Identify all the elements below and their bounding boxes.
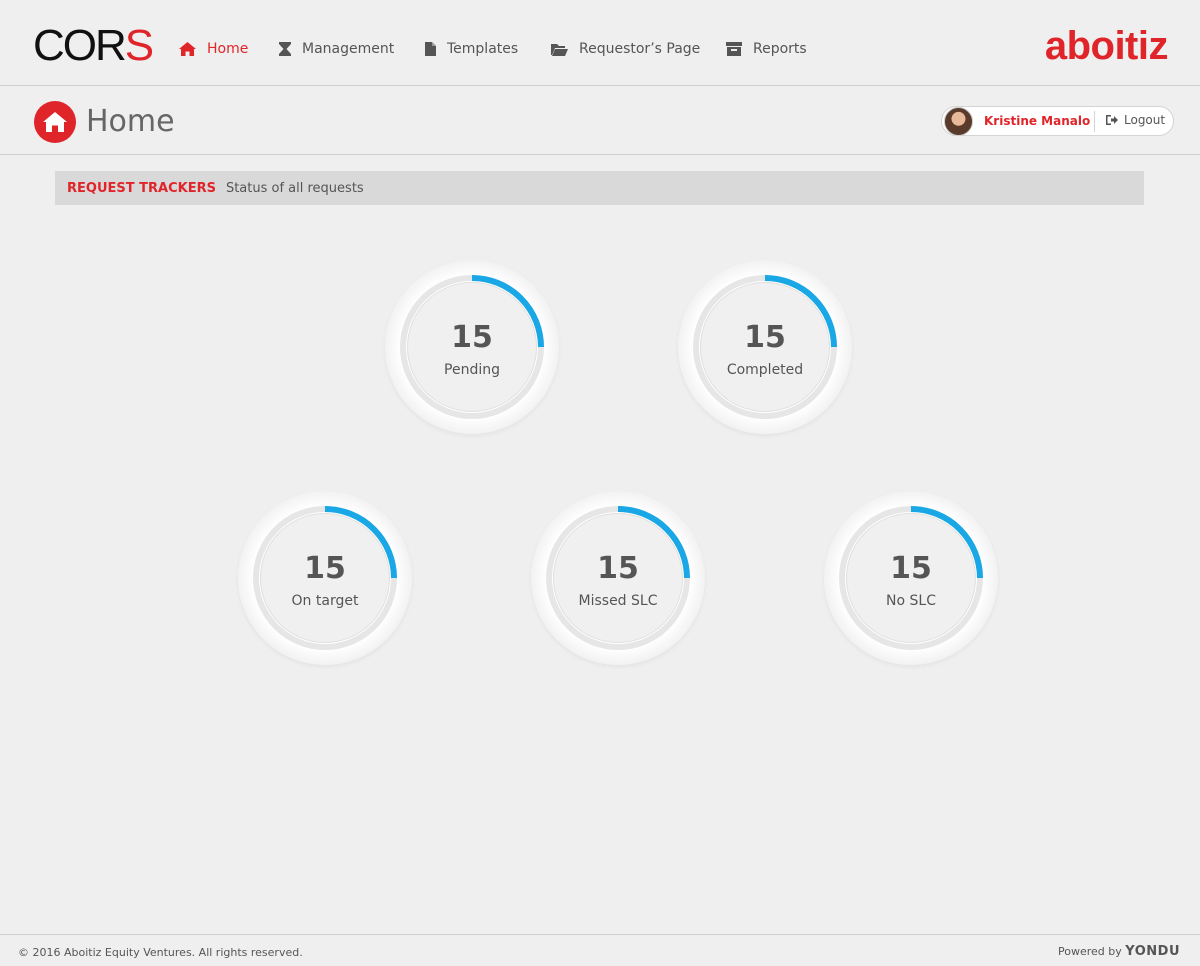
logout-label: Logout bbox=[1124, 113, 1166, 127]
tracker-on-target[interactable]: 15 On target bbox=[238, 491, 412, 665]
page-header: Home Kristine Manalo Logout bbox=[0, 86, 1200, 155]
tracker-label: Pending bbox=[444, 362, 500, 378]
tracker-count: 15 bbox=[597, 551, 639, 586]
hourglass-icon bbox=[279, 42, 291, 56]
logo-text: COR bbox=[33, 21, 127, 70]
section-title: REQUEST TRACKERS bbox=[67, 180, 216, 196]
nav-item-label: Home bbox=[207, 41, 249, 57]
tracker-completed[interactable]: 15 Completed bbox=[678, 260, 852, 434]
tracker-label: Missed SLC bbox=[578, 593, 658, 609]
nav-item-management[interactable]: Management bbox=[278, 38, 394, 60]
folder-open-icon bbox=[551, 43, 568, 56]
yondu-logo: YONDU bbox=[1125, 944, 1180, 959]
divider bbox=[1094, 111, 1095, 132]
logo-accent-text: S bbox=[124, 21, 154, 70]
cors-logo[interactable]: CORS bbox=[33, 21, 154, 70]
tracker-count: 15 bbox=[451, 320, 493, 355]
avatar[interactable] bbox=[944, 107, 973, 136]
nav-item-requestors-page[interactable]: Requestor’s Page bbox=[550, 38, 700, 60]
home-icon bbox=[179, 42, 196, 56]
logout-icon bbox=[1106, 115, 1118, 125]
nav-item-templates[interactable]: Templates bbox=[424, 38, 518, 60]
copyright-text: © 2016 Aboitiz Equity Ventures. All righ… bbox=[18, 946, 303, 959]
request-trackers-bar: REQUEST TRACKERS Status of all requests bbox=[55, 171, 1144, 205]
home-icon bbox=[43, 112, 67, 132]
tracker-count: 15 bbox=[890, 551, 932, 586]
tracker-pending[interactable]: 15 Pending bbox=[385, 260, 559, 434]
tracker-label: Completed bbox=[726, 362, 804, 378]
nav-item-reports[interactable]: Reports bbox=[725, 38, 807, 60]
powered-by: Powered by YONDU bbox=[1058, 944, 1180, 959]
logout-button[interactable]: Logout bbox=[1105, 113, 1165, 127]
user-name[interactable]: Kristine Manalo bbox=[984, 114, 1090, 128]
tracker-label: On target bbox=[291, 593, 359, 609]
archive-icon bbox=[726, 42, 742, 56]
footer: © 2016 Aboitiz Equity Ventures. All righ… bbox=[0, 934, 1200, 966]
home-badge bbox=[34, 101, 76, 143]
nav-item-label: Templates bbox=[447, 41, 519, 57]
file-icon bbox=[425, 42, 436, 56]
tracker-count: 15 bbox=[744, 320, 786, 355]
nav-item-home[interactable]: Home bbox=[178, 38, 248, 60]
powered-by-label: Powered by bbox=[1058, 945, 1122, 958]
tracker-count: 15 bbox=[304, 551, 346, 586]
page-title: Home bbox=[86, 104, 175, 139]
nav-item-label: Requestor’s Page bbox=[579, 41, 701, 57]
top-navigation: CORS Home Management Templates Requestor… bbox=[0, 0, 1200, 86]
section-subtitle: Status of all requests bbox=[225, 180, 364, 196]
tracker-no-slc[interactable]: 15 No SLC bbox=[824, 491, 998, 665]
aboitiz-logo: aboitiz bbox=[1044, 24, 1169, 68]
nav-item-label: Management bbox=[302, 41, 395, 57]
nav-item-label: Reports bbox=[753, 41, 807, 57]
tracker-missed-slc[interactable]: 15 Missed SLC bbox=[531, 491, 705, 665]
user-menu: Kristine Manalo Logout bbox=[941, 106, 1174, 136]
tracker-label: No SLC bbox=[886, 593, 936, 609]
